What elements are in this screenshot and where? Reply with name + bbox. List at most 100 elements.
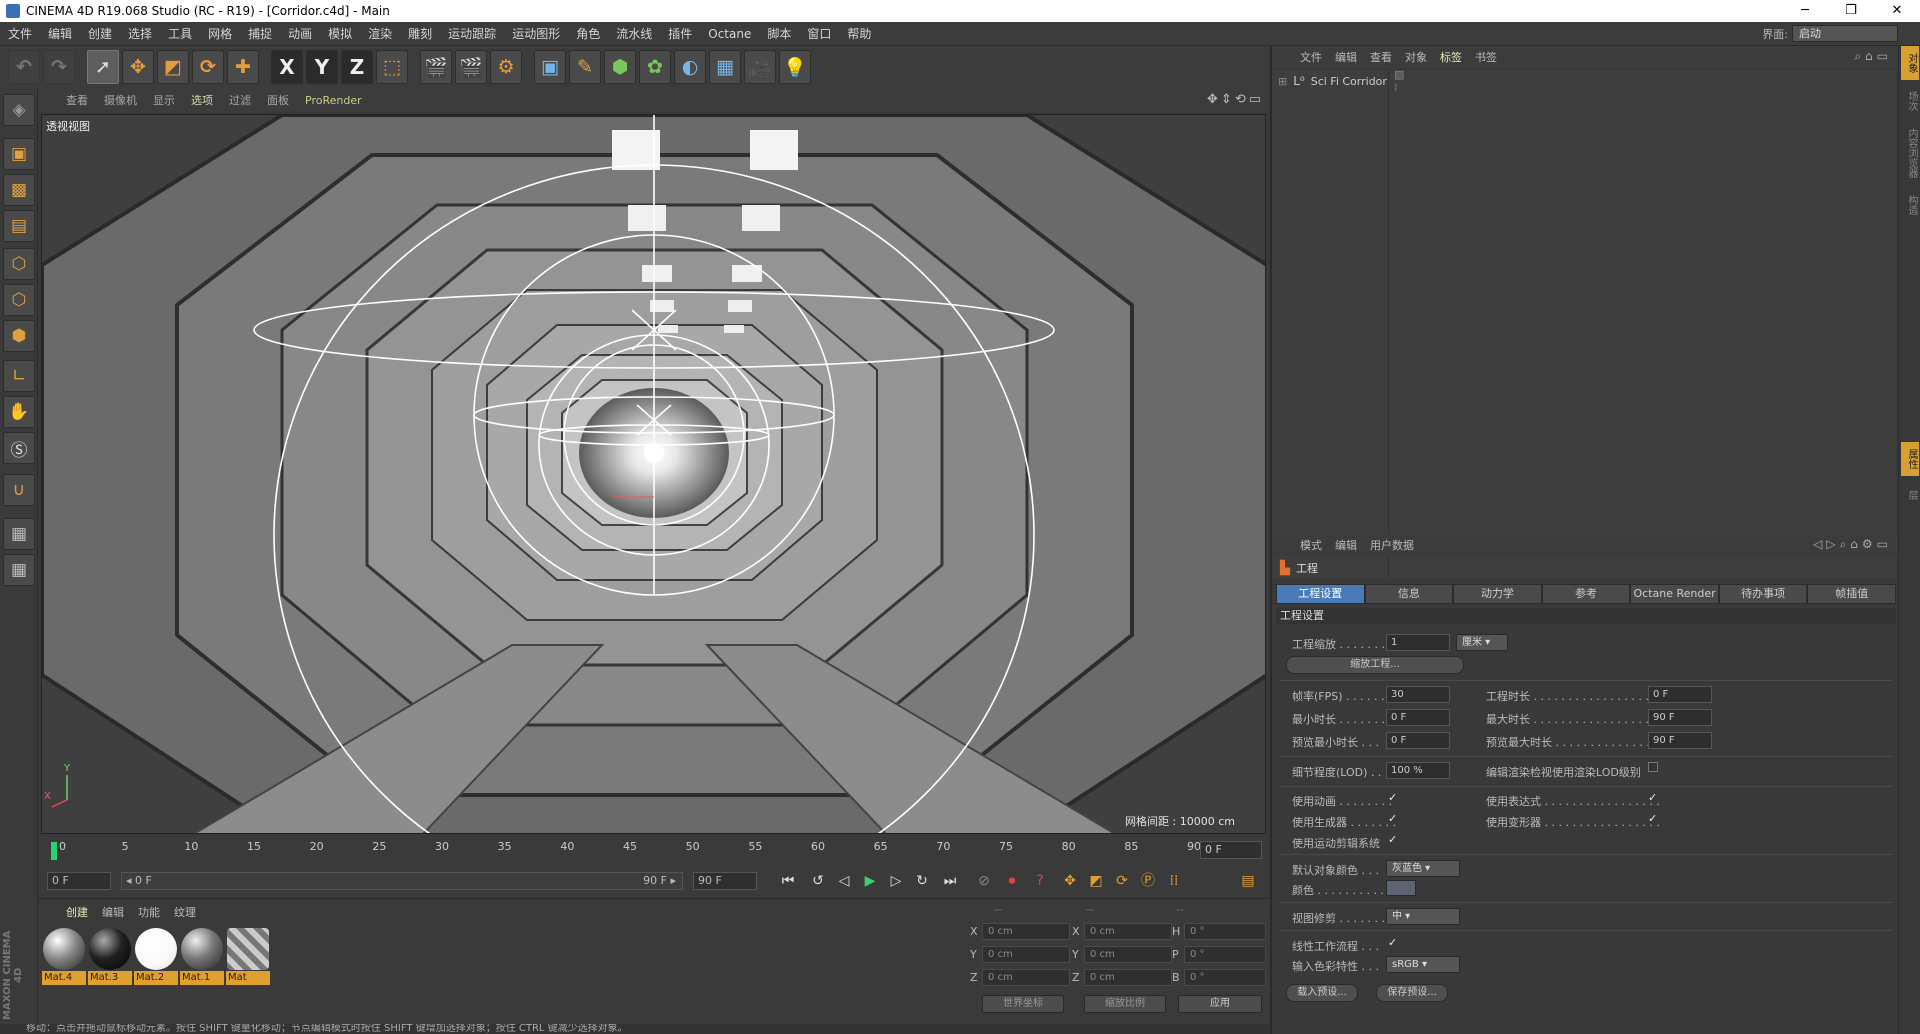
menu-tools[interactable]: 工具 [160,22,200,46]
obj-menu-objects[interactable]: 对象 [1405,49,1427,65]
attr-menu-edit[interactable]: 编辑 [1335,537,1357,553]
use-animation-checkbox[interactable]: ✓ [1388,791,1397,804]
record-keys-icon[interactable]: ⊘ [973,871,995,891]
menu-select[interactable]: 选择 [120,22,160,46]
menu-edit[interactable]: 编辑 [40,22,80,46]
lock-workplane-icon[interactable]: ▦ [3,518,35,550]
coord-pos-y-field[interactable]: 0 cm [982,946,1070,963]
mat-menu-edit[interactable]: 编辑 [102,904,124,920]
menu-pipeline[interactable]: 流水线 [608,22,660,46]
load-preset-button[interactable]: 载入预设... [1286,984,1358,1002]
workplane-icon[interactable]: ▤ [3,210,35,242]
menu-create[interactable]: 创建 [80,22,120,46]
preview-max-field[interactable]: 90 F [1648,732,1712,749]
key-parameter-icon[interactable]: Ⓟ [1137,871,1159,891]
visibility-dots-icon[interactable]: ▨ ⁞ [1394,68,1404,94]
view-clipping-select[interactable]: 中 ▾ [1386,908,1460,925]
use-expressions-checkbox[interactable]: ✓ [1648,791,1657,804]
undo-icon[interactable]: ↶ [8,50,40,84]
keyframe-selection-icon[interactable]: ? [1029,871,1051,891]
input-color-profile-select[interactable]: sRGB ▾ [1386,956,1460,973]
default-object-color-select[interactable]: 灰蓝色 ▾ [1386,860,1460,877]
tab-octane-render[interactable]: Octane Render [1630,584,1719,604]
mat-menu-texture[interactable]: 纹理 [174,904,196,920]
tab-referencing[interactable]: 参考 [1541,584,1631,604]
light-icon[interactable]: 💡 [779,50,811,84]
menu-motion-tracking[interactable]: 运动跟踪 [440,22,504,46]
pen-spline-icon[interactable]: ✎ [569,50,601,84]
perspective-viewport[interactable]: 透视视图 Y X 网格间距 : 10000 cm [41,114,1266,834]
close-button[interactable]: ✕ [1874,0,1920,22]
cube-icon[interactable]: ▣ [534,50,566,84]
vp-menu-display[interactable]: 显示 [153,92,175,108]
minimize-button[interactable]: ─ [1782,0,1828,22]
menu-script[interactable]: 脚本 [759,22,799,46]
use-motion-system-checkbox[interactable]: ✓ [1388,833,1397,846]
floor-icon[interactable]: ▦ [709,50,741,84]
lod-field[interactable]: 100 % [1386,762,1450,779]
x-axis-lock-button[interactable]: X [271,50,303,84]
attr-menu-mode[interactable]: 模式 [1300,537,1322,553]
linear-workflow-checkbox[interactable]: ✓ [1388,936,1397,949]
go-to-start-icon[interactable]: ⏮ [777,871,799,891]
tab-project-settings[interactable]: 工程设置 [1276,584,1365,604]
expand-icon[interactable]: ⊞ [1278,75,1287,88]
autokey-icon[interactable]: ⏺ [1001,871,1023,891]
project-scale-unit-select[interactable]: 厘米 ▾ [1456,634,1508,651]
obj-search-home-icons[interactable]: ⌕⌂▭ [1854,49,1892,64]
material-swatch[interactable]: Mat.4 [42,927,86,985]
color-swatch[interactable] [1386,880,1416,896]
menu-character[interactable]: 角色 [568,22,608,46]
start-frame-field[interactable]: 0 F [47,872,111,890]
coord-rot-h-field[interactable]: 0 ° [1184,923,1266,940]
polygons-mode-icon[interactable]: ⬢ [3,320,35,352]
key-rotation-icon[interactable]: ⟳ [1111,871,1133,891]
menu-mesh[interactable]: 网格 [200,22,240,46]
coord-rot-p-field[interactable]: 0 ° [1184,946,1266,963]
axis-mode-icon[interactable]: ∟ [3,360,35,392]
timeline-ruler[interactable]: 0 5 10 15 20 25 30 35 40 45 50 55 60 65 70 75 80 85 90 [49,838,1231,862]
menu-help[interactable]: 帮助 [839,22,879,46]
attr-nav-icons[interactable]: ◁▷⌕⌂⚙▭ [1813,537,1892,552]
current-frame-field[interactable]: 0 F [1200,841,1262,859]
vp-menu-prorender[interactable]: ProRender [305,94,362,107]
render-picture-viewer-icon[interactable]: 🎬 [455,50,487,84]
side-tab-attributes[interactable]: 属性 [1901,442,1919,476]
select-tool-icon[interactable]: ➚ [87,50,119,84]
object-list[interactable]: ⊞ L⁰ Sci Fi Corridor ▨ ⁞ [1272,68,1896,578]
camera-icon[interactable]: 🎥 [744,50,776,84]
render-view-icon[interactable]: 🎬 [420,50,452,84]
mat-menu-create[interactable]: 创建 [66,904,88,920]
menu-sculpt[interactable]: 雕刻 [400,22,440,46]
side-tab-takes[interactable]: 场次 [1901,84,1919,118]
render-lod-checkbox[interactable] [1648,762,1658,772]
coord-pos-x-field[interactable]: 0 cm [982,923,1070,940]
save-preset-button[interactable]: 保存预设... [1376,984,1448,1002]
maximize-button[interactable]: ❐ [1828,0,1874,22]
material-swatch[interactable]: Mat.2 [134,927,178,985]
model-mode-icon[interactable]: ▣ [3,138,35,170]
mat-menu-function[interactable]: 功能 [138,904,160,920]
magnet-icon[interactable]: ∪ [3,474,35,506]
preview-min-field[interactable]: 0 F [1386,732,1450,749]
next-frame-icon[interactable]: ▷ [885,871,907,891]
material-swatch[interactable]: Mat [226,927,270,985]
project-scale-field[interactable]: 1 [1386,634,1450,651]
preview-range-slider[interactable]: ◂ 0 F 90 F ▸ [121,872,683,890]
cloner-icon[interactable]: ✿ [639,50,671,84]
coord-rot-b-field[interactable]: 0 ° [1184,969,1266,986]
menu-snap[interactable]: 捕捉 [240,22,280,46]
next-key-icon[interactable]: ↻ [911,871,933,891]
tweak-mode-icon[interactable]: ✋ [3,396,35,428]
key-position-icon[interactable]: ✥ [1059,871,1081,891]
subdivision-surface-icon[interactable]: ⬢ [604,50,636,84]
attr-menu-userdata[interactable]: 用户数据 [1370,537,1414,553]
make-editable-icon[interactable]: ◈ [3,94,35,126]
rotate-tool-icon[interactable]: ⟳ [192,50,224,84]
render-settings-icon[interactable]: ⚙ [490,50,522,84]
previous-frame-icon[interactable]: ◁ [833,871,855,891]
timeline[interactable]: 0 5 10 15 20 25 30 35 40 45 50 55 60 65 70 75 80 85 90 0 F [41,835,1266,867]
tab-info[interactable]: 信息 [1364,584,1454,604]
coord-size-mode-select[interactable]: 缩放比例 [1084,995,1166,1013]
max-time-field[interactable]: 90 F [1648,709,1712,726]
